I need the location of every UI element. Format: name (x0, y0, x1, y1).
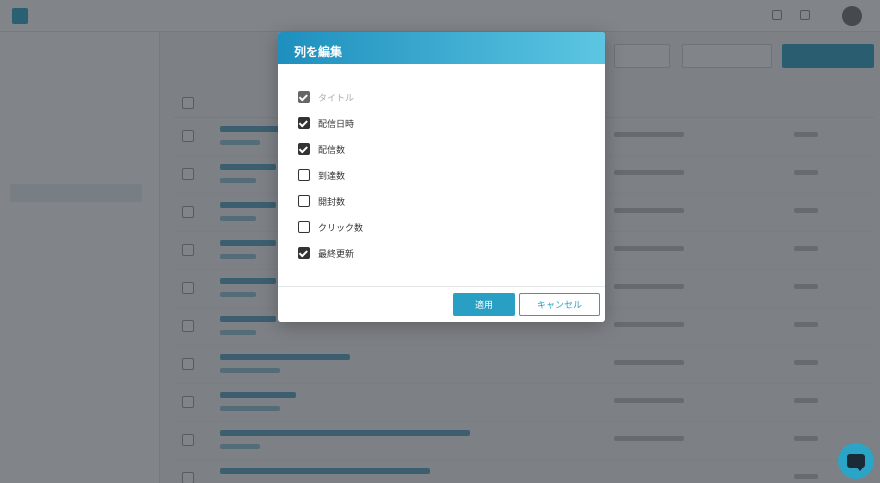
column-option-label[interactable]: 配信数 (318, 143, 345, 156)
column-option-label[interactable]: 到達数 (318, 169, 345, 182)
chat-support-button[interactable] (838, 443, 874, 479)
column-option-label[interactable]: 最終更新 (318, 247, 354, 260)
column-option-delivery-datetime[interactable]: 配信日時 (298, 110, 585, 136)
column-checkbox-click-count[interactable] (298, 221, 310, 233)
column-option-open-count[interactable]: 開封数 (298, 188, 585, 214)
column-option-click-count[interactable]: クリック数 (298, 214, 585, 240)
column-option-label[interactable]: 開封数 (318, 195, 345, 208)
column-option-label: タイトル (318, 93, 355, 104)
chat-bubble-icon (847, 454, 865, 471)
column-checkbox-last-updated[interactable] (298, 247, 310, 259)
column-checkbox-reach-count[interactable] (298, 169, 310, 181)
dialog-title: 列を編集 (294, 45, 343, 59)
column-option-title: タイトル (298, 84, 585, 110)
column-options-list: タイトル 配信日時 配信数 到達数 開封数 クリック数 最終更新 (278, 64, 605, 287)
apply-button[interactable]: 適用 (453, 293, 515, 316)
column-option-reach-count[interactable]: 到達数 (298, 162, 585, 188)
column-option-label[interactable]: 配信日時 (318, 117, 354, 130)
cancel-button[interactable]: キャンセル (519, 293, 600, 316)
column-checkbox-title (298, 91, 310, 103)
column-option-label[interactable]: クリック数 (318, 221, 363, 234)
edit-columns-dialog: 列を編集 タイトル 配信日時 配信数 到達数 開封数 クリック数 最終更新 適用… (278, 32, 605, 322)
dialog-header: 列を編集 (278, 32, 605, 64)
column-option-delivery-count[interactable]: 配信数 (298, 136, 585, 162)
column-checkbox-delivery-count[interactable] (298, 143, 310, 155)
dialog-footer: 適用 キャンセル (278, 288, 605, 322)
column-checkbox-delivery-datetime[interactable] (298, 117, 310, 129)
column-checkbox-open-count[interactable] (298, 195, 310, 207)
column-option-last-updated[interactable]: 最終更新 (298, 240, 585, 266)
